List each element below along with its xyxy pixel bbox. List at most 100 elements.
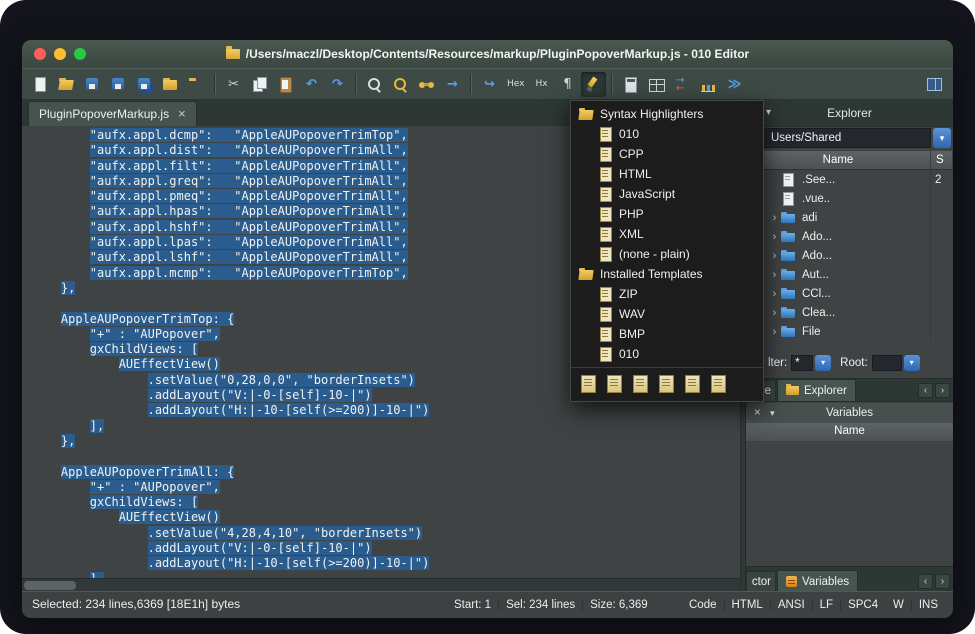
explorer-row[interactable]: ›Aut...	[746, 265, 953, 284]
leading-whitespace	[32, 220, 90, 234]
paste-button[interactable]	[273, 72, 298, 97]
explorer-path-input[interactable]: Users/Shared	[748, 128, 931, 148]
explorer-path-dropdown-button[interactable]: ▾	[933, 128, 951, 148]
script-doc-icon	[598, 207, 613, 221]
new-file-button[interactable]	[28, 72, 53, 97]
expander-icon[interactable]: ›	[768, 307, 781, 319]
template-icon-3[interactable]	[632, 375, 649, 393]
tab-variables[interactable]: Variables	[777, 570, 858, 592]
cut-button[interactable]: ✂	[221, 72, 246, 97]
expander-icon[interactable]: ›	[768, 269, 781, 281]
tab-scroll-right-button[interactable]: ›	[935, 383, 950, 398]
explorer-row[interactable]: ›Ado...	[746, 246, 953, 265]
show-whitespace-button[interactable]: ¶	[555, 72, 580, 97]
template-icon-4[interactable]	[658, 375, 675, 393]
chevron-down-icon[interactable]: ▾	[770, 403, 775, 423]
save-as-button[interactable]	[106, 72, 131, 97]
column-header-name[interactable]: Name	[746, 151, 931, 170]
panel-layout-button[interactable]	[922, 72, 947, 97]
menu-item-html[interactable]: HTML	[571, 164, 763, 184]
root-dropdown-button[interactable]: ▾	[904, 355, 920, 371]
template-icon-1[interactable]	[580, 375, 597, 393]
open-file-button[interactable]	[54, 72, 79, 97]
filter-input[interactable]: *	[791, 355, 813, 371]
selected-text: },	[61, 434, 75, 448]
find-button[interactable]	[362, 72, 387, 97]
expander-icon[interactable]: ›	[768, 288, 781, 300]
menu-item-010[interactable]: 010	[571, 124, 763, 144]
open-workspace-button[interactable]	[158, 72, 183, 97]
root-input[interactable]	[872, 355, 902, 371]
variables-column-header[interactable]: Name	[746, 423, 953, 442]
script-doc-icon	[598, 347, 613, 361]
explorer-row[interactable]: ›File	[746, 322, 953, 341]
file-name: adi	[802, 212, 935, 224]
scrollbar-thumb[interactable]	[24, 581, 76, 590]
menu-item-xml[interactable]: XML	[571, 224, 763, 244]
undo-button[interactable]: ↶	[299, 72, 324, 97]
leading-whitespace	[32, 266, 90, 280]
template-icon-2[interactable]	[606, 375, 623, 393]
open-recent-button[interactable]	[184, 72, 209, 97]
script-doc-icon	[598, 307, 613, 321]
find-in-files-button[interactable]	[414, 72, 439, 97]
menu-item-zip[interactable]: ZIP	[571, 284, 763, 304]
tab-scroll-right-button[interactable]: ›	[935, 574, 950, 589]
expander-icon[interactable]: ›	[768, 212, 781, 224]
explorer-row[interactable]: ›Ado...	[746, 227, 953, 246]
edit-as-hex-button[interactable]: Hx	[529, 72, 554, 97]
menu-item-010[interactable]: 010	[571, 344, 763, 364]
toolbar-overflow-button[interactable]: ≫	[722, 72, 747, 97]
explorer-row[interactable]: .See...2	[746, 170, 953, 189]
explorer-row[interactable]: ›CCl...	[746, 284, 953, 303]
template-icon-5[interactable]	[684, 375, 701, 393]
goto-button[interactable]: →	[440, 72, 465, 97]
tab-inspector-partial[interactable]: ctor	[746, 571, 776, 592]
explorer-row[interactable]: ›Clea...	[746, 303, 953, 322]
tab-close-icon[interactable]: ×	[178, 108, 186, 120]
tab-scroll-left-button[interactable]: ‹	[918, 574, 933, 589]
script-doc-icon	[598, 127, 613, 141]
expander-icon[interactable]: ›	[768, 231, 781, 243]
menu-item-javascript[interactable]: JavaScript	[571, 184, 763, 204]
template-icon-6[interactable]	[710, 375, 727, 393]
redo-button[interactable]: ↷	[325, 72, 350, 97]
syntax-highlighter-button[interactable]	[581, 72, 606, 97]
copy-button[interactable]	[247, 72, 272, 97]
expander-icon[interactable]: ›	[768, 326, 781, 338]
tab-scroll-buttons: ‹ ›	[918, 383, 950, 398]
close-window-button[interactable]	[34, 48, 46, 60]
explorer-row[interactable]: › adi	[746, 208, 953, 227]
tab-pluginpopovermarkup[interactable]: PluginPopoverMarkup.js ×	[28, 101, 197, 126]
save-all-button[interactable]	[132, 72, 157, 97]
zoom-window-button[interactable]	[74, 48, 86, 60]
jump-to-template-button[interactable]: ↪	[477, 72, 502, 97]
insert-table-button[interactable]	[644, 72, 669, 97]
menu-item-cpp[interactable]: CPP	[571, 144, 763, 164]
tab-explorer[interactable]: Explorer	[777, 379, 856, 401]
tab-scroll-left-button[interactable]: ‹	[918, 383, 933, 398]
menu-section-syntax-highlighters[interactable]: Syntax Highlighters	[571, 104, 763, 124]
compare-files-button[interactable]	[670, 72, 695, 97]
menu-item--none-plain-[interactable]: (none - plain)	[571, 244, 763, 264]
desktop-background: /Users/maczl/Desktop/Contents/Resources/…	[0, 0, 975, 634]
close-panel-icon[interactable]: ×	[754, 403, 761, 423]
minimize-window-button[interactable]	[54, 48, 66, 60]
save-button[interactable]	[80, 72, 105, 97]
column-header-size[interactable]: S	[931, 151, 953, 170]
calculator-button[interactable]	[618, 72, 643, 97]
menu-section-installed-templates[interactable]: Installed Templates	[571, 264, 763, 284]
menu-item-label: HTML	[619, 167, 652, 181]
menu-item-wav[interactable]: WAV	[571, 304, 763, 324]
histogram-button[interactable]	[696, 72, 721, 97]
hex-mode-button[interactable]: Hex	[503, 72, 528, 97]
expander-icon[interactable]: ›	[768, 250, 781, 262]
edit-as-hex-icon: Hx	[533, 76, 550, 93]
filter-dropdown-button[interactable]: ▾	[815, 355, 831, 371]
horizontal-scrollbar[interactable]	[22, 578, 740, 592]
menu-item-php[interactable]: PHP	[571, 204, 763, 224]
replace-button[interactable]	[388, 72, 413, 97]
explorer-row[interactable]: .vue..	[746, 189, 953, 208]
menu-item-bmp[interactable]: BMP	[571, 324, 763, 344]
hex-mode-icon: Hex	[507, 76, 524, 93]
